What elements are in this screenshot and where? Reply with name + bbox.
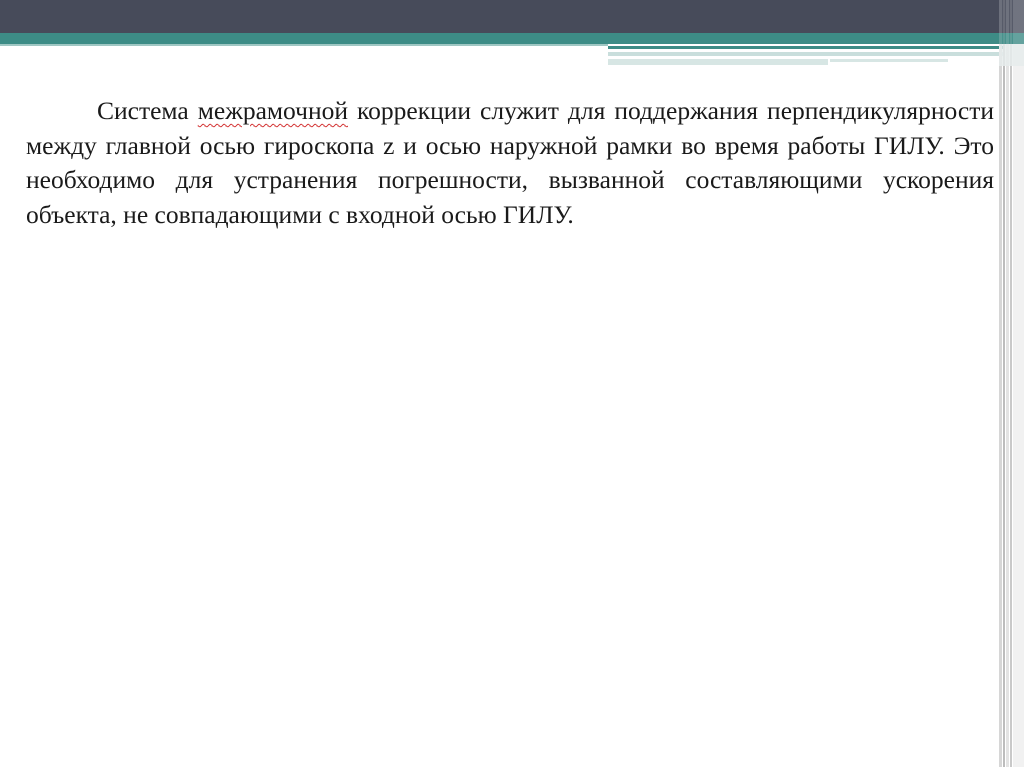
- header-stripe: [608, 46, 1003, 49]
- header-stripe: [608, 52, 1003, 56]
- page-edge-header: [999, 0, 1024, 66]
- paragraph-text-start: Система: [97, 96, 198, 125]
- header-thin-line: [0, 44, 608, 46]
- page-edge: [999, 0, 1002, 767]
- page-edge: [1003, 0, 1005, 767]
- header-stripe: [608, 59, 828, 65]
- slide: Система межрамочной коррекции служит для…: [0, 0, 1024, 767]
- header-stripe: [830, 59, 948, 62]
- page-edge: [1013, 0, 1024, 767]
- page-edge: [1006, 0, 1009, 767]
- page-edge: [1010, 0, 1012, 767]
- spellcheck-flagged-word: межрамочной: [197, 96, 348, 125]
- header-dark-band: [0, 0, 1024, 33]
- header-teal-band: [0, 33, 1024, 44]
- body-paragraph: Система межрамочной коррекции служит для…: [26, 94, 994, 232]
